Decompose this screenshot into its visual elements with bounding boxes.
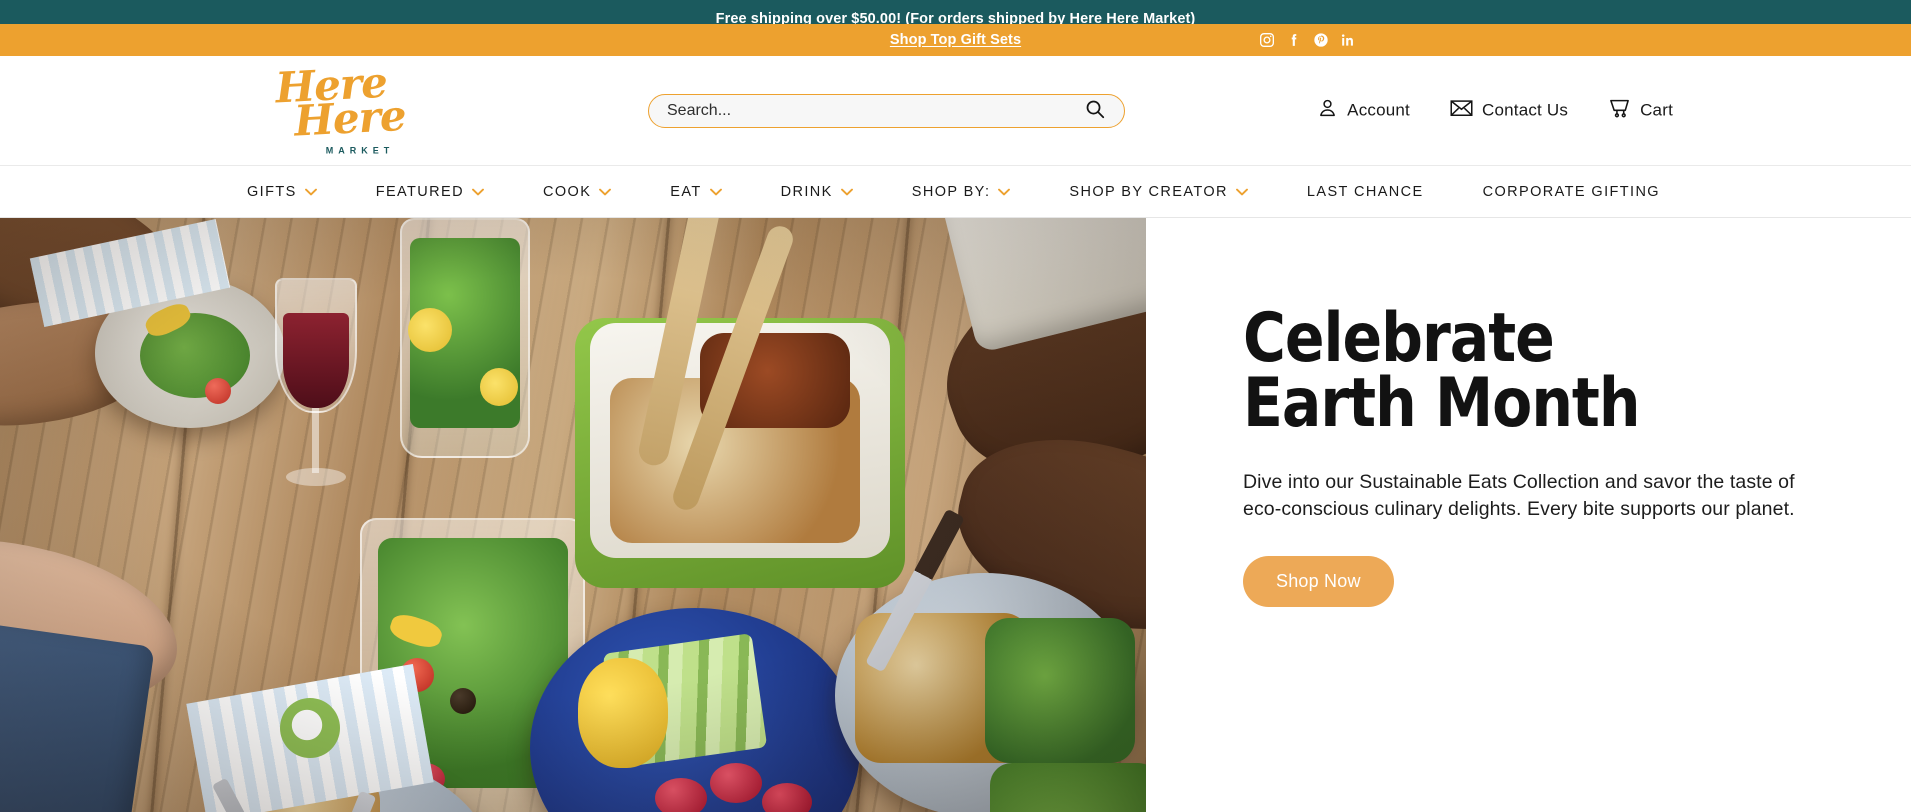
site-header: Here Here MARKET Account bbox=[0, 56, 1911, 166]
hero-copy: Celebrate Earth Month Dive into our Sust… bbox=[1146, 218, 1911, 812]
nav-label: SHOP BY: bbox=[911, 183, 991, 200]
chevron-down-icon bbox=[599, 184, 612, 200]
hero-image bbox=[0, 218, 1146, 812]
cart-link[interactable]: Cart bbox=[1608, 97, 1673, 124]
envelope-icon bbox=[1450, 98, 1473, 124]
nav-item-shop-by-creator[interactable]: SHOP BY CREATOR bbox=[1069, 184, 1277, 200]
account-icon bbox=[1317, 98, 1338, 124]
search-bar[interactable] bbox=[648, 93, 1125, 128]
announcement-bar: Free shipping over $50.00! (For orders s… bbox=[0, 0, 1911, 24]
nav-label: FEATURED bbox=[375, 183, 464, 200]
nav-label: DRINK bbox=[780, 183, 833, 200]
logo-wordmark: MARKET bbox=[325, 145, 395, 156]
chevron-down-icon bbox=[998, 184, 1011, 200]
promo-bar: Shop Top Gift Sets bbox=[0, 24, 1911, 56]
search-icon bbox=[1084, 98, 1106, 123]
instagram-icon[interactable] bbox=[1259, 32, 1275, 48]
nav-item-cook[interactable]: COOK bbox=[543, 184, 640, 200]
nav-label: CORPORATE GIFTING bbox=[1482, 183, 1660, 200]
pinterest-icon[interactable] bbox=[1313, 32, 1329, 48]
nav-item-featured[interactable]: FEATURED bbox=[376, 184, 513, 200]
hero-description: Dive into our Sustainable Eats Collectio… bbox=[1243, 470, 1795, 521]
account-label: Account bbox=[1347, 100, 1410, 120]
hero-section: Celebrate Earth Month Dive into our Sust… bbox=[0, 218, 1911, 812]
nav-label: SHOP BY CREATOR bbox=[1069, 183, 1228, 200]
header-actions: Account Contact Us Cart bbox=[1317, 97, 1673, 124]
social-links bbox=[1259, 32, 1356, 48]
chevron-down-icon bbox=[709, 184, 722, 200]
nav-item-eat[interactable]: EAT bbox=[670, 184, 750, 200]
logo-script-text: Here Here bbox=[245, 57, 419, 145]
nav-item-drink[interactable]: DRINK bbox=[781, 184, 882, 200]
nav-label: LAST CHANCE bbox=[1306, 183, 1424, 200]
shop-top-gift-sets-link[interactable]: Shop Top Gift Sets bbox=[890, 32, 1021, 48]
nav-label: COOK bbox=[542, 183, 592, 200]
search-submit-button[interactable] bbox=[1078, 98, 1124, 123]
logo-word-2: Here bbox=[292, 90, 407, 145]
nav-item-last-chance[interactable]: LAST CHANCE bbox=[1307, 184, 1453, 200]
facebook-icon[interactable] bbox=[1286, 32, 1302, 48]
contact-us-label: Contact Us bbox=[1481, 100, 1569, 120]
announcement-text: Free shipping over $50.00! (For orders s… bbox=[715, 11, 1196, 24]
linkedin-icon[interactable] bbox=[1340, 32, 1356, 48]
site-logo[interactable]: Here Here MARKET bbox=[247, 57, 417, 156]
main-navigation: GIFTS FEATURED COOK EAT DRINK SHOP BY: S… bbox=[0, 166, 1911, 218]
cart-icon bbox=[1608, 97, 1631, 124]
hero-title: Celebrate Earth Month bbox=[1243, 299, 1640, 444]
chevron-down-icon bbox=[1235, 184, 1248, 200]
nav-item-corporate-gifting[interactable]: CORPORATE GIFTING bbox=[1483, 184, 1689, 200]
nav-label: GIFTS bbox=[247, 183, 297, 200]
contact-us-link[interactable]: Contact Us bbox=[1450, 98, 1568, 124]
hero-vignette bbox=[0, 218, 1146, 812]
cart-label: Cart bbox=[1640, 100, 1673, 120]
account-link[interactable]: Account bbox=[1317, 98, 1410, 124]
chevron-down-icon bbox=[304, 184, 317, 200]
chevron-down-icon bbox=[840, 184, 853, 200]
nav-item-shop-by[interactable]: SHOP BY: bbox=[912, 184, 1040, 200]
nav-item-gifts[interactable]: GIFTS bbox=[247, 184, 346, 200]
nav-label: EAT bbox=[670, 183, 702, 200]
chevron-down-icon bbox=[472, 184, 484, 200]
search-input[interactable] bbox=[649, 101, 1078, 120]
shop-now-button[interactable]: Shop Now bbox=[1243, 555, 1394, 607]
